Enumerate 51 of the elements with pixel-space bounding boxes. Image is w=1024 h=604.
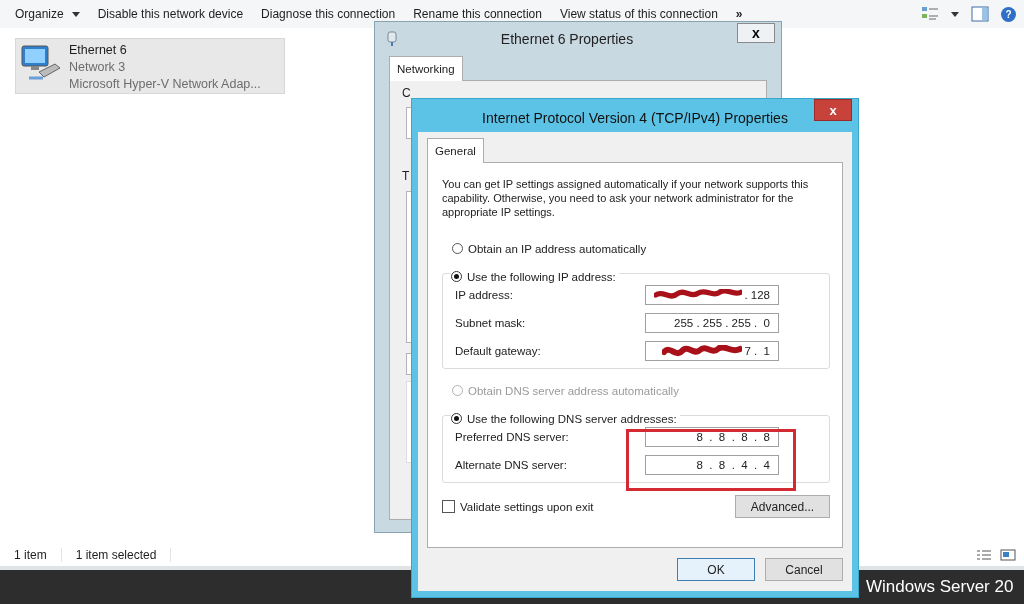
validate-checkbox[interactable]: Validate settings upon exit [442, 500, 594, 513]
tab[interactable]: Networking [389, 56, 463, 81]
status-text: 1 item [0, 548, 62, 562]
more-button[interactable]: » [726, 6, 752, 22]
ip-input-field[interactable]: . 128 [645, 285, 779, 305]
organize-menu[interactable]: Organize [6, 6, 89, 22]
window-title: Internet Protocol Version 4 (TCP/IPv4) Properties [482, 108, 788, 126]
network-name: Network 3 [69, 59, 127, 76]
adapter-name: Microsoft Hyper-V Network Adap... [69, 76, 261, 93]
dialog-button[interactable]: Cancel [765, 558, 843, 581]
field-label: Alternate DNS server: [455, 459, 567, 471]
close-button[interactable]: x [737, 23, 775, 43]
caret-icon[interactable] [951, 11, 959, 17]
field-label: Preferred DNS server: [455, 431, 569, 443]
os-brand-text: Windows Server 20 [866, 577, 1014, 597]
advanced-button[interactable]: Advanced... [735, 495, 830, 518]
status-text: 1 item selected [61, 548, 172, 562]
radio-button[interactable] [452, 243, 463, 254]
view-options-icon[interactable] [921, 6, 939, 22]
partial-label: T [402, 169, 410, 183]
ip-input-field[interactable]: 7 . 1 [645, 341, 779, 361]
toolbar-button[interactable]: Rename this connection [404, 6, 551, 22]
caret-icon [71, 11, 80, 17]
ip-input-field[interactable]: 8 . 8 . 8 . 8 [645, 427, 779, 447]
radio-button[interactable] [451, 271, 462, 282]
description-text: You can get IP settings assigned automatically if your network supports this capability. Otherwise, you need to ask your network administrator for the appropriate IP settings. [442, 177, 810, 219]
preview-pane-icon[interactable] [971, 6, 989, 22]
help-icon[interactable]: ? [1001, 6, 1016, 22]
connection-name: Ethernet 6 [69, 42, 128, 59]
field-label: Default gateway: [455, 345, 541, 357]
tab[interactable]: General [427, 138, 484, 163]
field-label: Subnet mask: [455, 317, 526, 329]
details-view-icon[interactable] [976, 549, 992, 561]
large-icons-view-icon[interactable] [1000, 549, 1016, 561]
connection-item[interactable]: Ethernet 6 Network 3 Microsoft Hyper-V Network Adap... [15, 38, 285, 94]
partial-label: C [402, 86, 411, 100]
ip-input-field[interactable]: 8 . 8 . 4 . 4 [645, 455, 779, 475]
ip-input-field[interactable]: 255 . 255 . 255 . 0 [645, 313, 779, 333]
close-button[interactable]: x [814, 99, 852, 121]
toolbar-button[interactable]: Disable this network device [88, 6, 253, 22]
window-title: Ethernet 6 Properties [499, 31, 635, 47]
radio-button[interactable] [451, 413, 462, 424]
field-label: IP address: [455, 289, 513, 301]
radio-label: Obtain an IP address automatically [468, 242, 647, 255]
radio-label: Use the following DNS server addresses: [467, 412, 677, 425]
network-plug-icon [387, 31, 397, 47]
toolbar-button[interactable]: View status of this connection [550, 6, 727, 22]
toolbar-button[interactable]: Diagnose this connection [252, 6, 405, 22]
dialog-button[interactable]: OK [677, 558, 755, 581]
radio-label: Obtain DNS server address automatically [468, 384, 679, 397]
radio-label: Use the following IP address: [467, 270, 616, 283]
